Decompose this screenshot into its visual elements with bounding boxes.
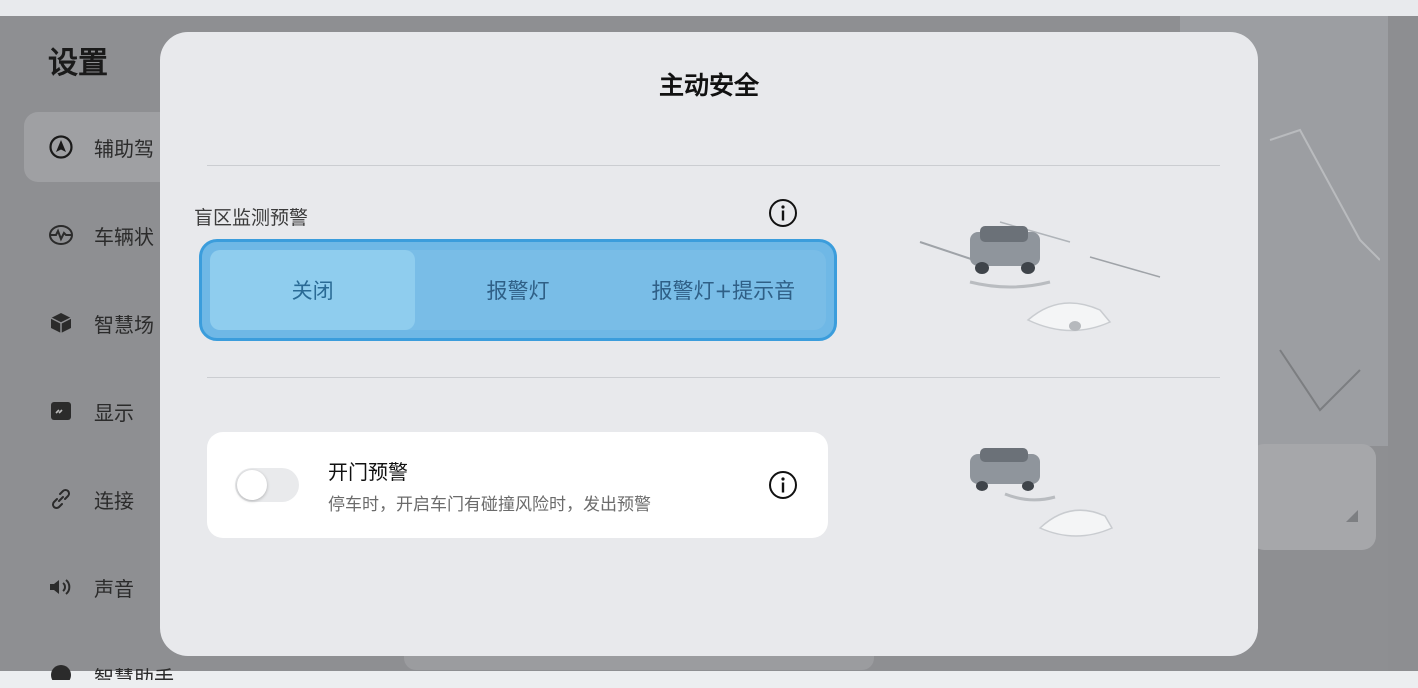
info-icon[interactable] [768,198,798,228]
door-open-warning-card: 开门预警 停车时，开启车门有碰撞风险时，发出预警 [207,432,828,538]
speaker-icon [48,574,74,600]
sidebar-item-label: 显示 [94,400,134,425]
divider [207,165,1220,166]
door-warning-title: 开门预警 [328,460,408,484]
toggle-knob [237,470,267,500]
option-warning-light-sound[interactable]: 报警灯+提示音 [621,250,826,330]
option-off[interactable]: 关闭 [210,250,416,330]
option-warning-light[interactable]: 报警灯 [415,250,620,330]
display-icon [48,398,74,424]
sidebar-item-label: 智慧助手 [94,666,174,680]
info-icon[interactable] [768,470,798,500]
vehicle-status-icon [48,222,74,248]
sidebar-item-label: 车辆状 [94,224,154,249]
active-safety-dialog: 主动安全 盲区监测预警 关闭 报警灯 报警灯+提示音 开门预警 停车时，开启车门… [160,32,1258,656]
assistant-icon [48,662,74,680]
door-warning-illustration-icon [970,448,1114,537]
blind-spot-segmented-control: 关闭 报警灯 报警灯+提示音 [199,239,837,341]
background-edge [1388,16,1418,671]
background-decoration [1269,128,1380,412]
sidebar-item-label: 连接 [94,488,134,513]
sidebar-item-label: 智慧场 [94,312,154,337]
divider [207,377,1220,378]
blind-spot-illustration-icon [919,221,1161,332]
cube-icon [48,310,74,336]
blind-spot-label: 盲区监测预警 [194,207,309,229]
dialog-title: 主动安全 [658,71,759,100]
sidebar-item-label: 辅助驾 [94,136,154,161]
settings-title: 设置 [48,46,108,81]
background-card [1250,444,1376,550]
link-icon [48,486,74,512]
sidebar-item-label: 声音 [94,576,134,601]
navigation-arrow-icon [48,134,74,160]
door-warning-toggle[interactable] [235,468,299,502]
top-strip [0,0,1418,16]
door-warning-description: 停车时，开启车门有碰撞风险时，发出预警 [328,495,651,515]
